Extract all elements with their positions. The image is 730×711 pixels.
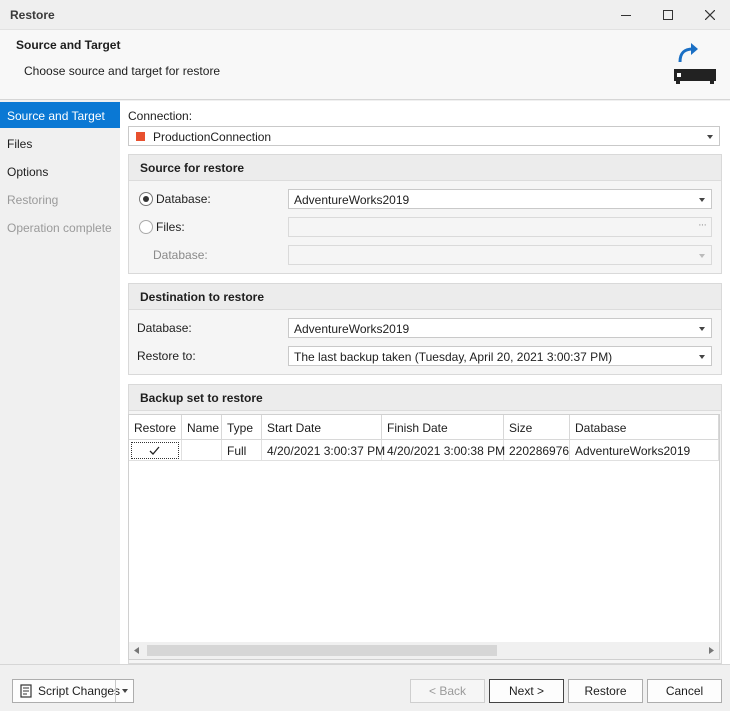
destination-database-label: Database: [137, 321, 192, 335]
column-header-name[interactable]: Name [182, 415, 222, 440]
chevron-down-icon [699, 198, 705, 202]
chevron-down-icon [699, 355, 705, 359]
files-radio[interactable] [139, 220, 153, 234]
window-title: Restore [10, 8, 55, 22]
sidebar-item-files[interactable]: Files [0, 130, 120, 156]
chevron-down-icon [707, 135, 713, 139]
files-radio-label[interactable]: Files: [156, 220, 185, 234]
table-cell-size: 220286976 [504, 440, 570, 461]
backup-set-grid: Restore Name Type Start Date Finish Date… [128, 414, 720, 660]
restore-checkbox[interactable] [131, 442, 179, 459]
title-bar: Restore [0, 0, 730, 30]
table-cell-start-date: 4/20/2021 3:00:37 PM [262, 440, 385, 461]
table-cell-database: AdventureWorks2019 [570, 440, 719, 461]
script-changes-button[interactable]: Script Changes [12, 679, 134, 703]
destination-heading: Destination to restore [129, 284, 721, 310]
database-radio-label[interactable]: Database: [156, 192, 211, 206]
restore-database-icon [674, 43, 716, 84]
chevron-down-icon[interactable] [122, 689, 128, 693]
table-cell-finish-date: 4/20/2021 3:00:38 PM [382, 440, 505, 461]
wizard-header: Source and Target Choose source and targ… [0, 30, 730, 100]
close-button[interactable] [690, 0, 730, 30]
source-database-value: AdventureWorks2019 [294, 193, 410, 207]
restore-to-value: The last backup taken (Tuesday, April 20… [294, 350, 613, 364]
source-heading: Source for restore [129, 155, 721, 181]
wizard-footer: Script Changes < Back Next > Restore Can… [0, 664, 730, 711]
restore-to-label: Restore to: [137, 349, 196, 363]
horizontal-scrollbar[interactable] [129, 642, 719, 659]
script-changes-label: Script Changes [38, 684, 121, 698]
table-cell-type: Full [222, 440, 262, 461]
column-header-restore[interactable]: Restore [129, 415, 182, 440]
sidebar-item-operation-complete: Operation complete [7, 221, 112, 235]
wizard-sidebar: Source and Target Files Options Restorin… [0, 101, 120, 664]
chevron-down-icon [699, 327, 705, 331]
sidebar-item-source-and-target[interactable]: Source and Target [0, 102, 120, 128]
column-header-start-date[interactable]: Start Date [262, 415, 382, 440]
column-header-size[interactable]: Size [504, 415, 570, 440]
files-path-field: ··· [288, 217, 712, 237]
maximize-button[interactable] [648, 0, 688, 30]
column-header-finish-date[interactable]: Finish Date [382, 415, 504, 440]
files-database-label: Database: [153, 248, 208, 262]
restore-to-select[interactable]: The last backup taken (Tuesday, April 20… [288, 346, 712, 366]
connection-select[interactable]: ProductionConnection [128, 126, 720, 146]
destination-database-select[interactable]: AdventureWorks2019 [288, 318, 712, 338]
page-subtitle: Choose source and target for restore [24, 64, 221, 78]
connection-color-icon [136, 132, 145, 141]
scrollbar-thumb[interactable] [147, 645, 497, 656]
table-cell-restore[interactable] [129, 440, 182, 461]
connection-value: ProductionConnection [153, 130, 272, 144]
sidebar-item-restoring: Restoring [7, 193, 59, 207]
maximize-icon [663, 10, 673, 20]
minimize-icon [621, 14, 631, 16]
chevron-down-icon [699, 254, 705, 258]
column-header-type[interactable]: Type [222, 415, 262, 440]
cancel-button[interactable]: Cancel [647, 679, 722, 703]
browse-ellipsis-icon: ··· [698, 219, 707, 231]
minimize-button[interactable] [606, 0, 646, 30]
script-icon [20, 684, 32, 698]
sidebar-item-options[interactable]: Options [0, 158, 120, 184]
column-header-database[interactable]: Database [570, 415, 719, 440]
next-button[interactable]: Next > [489, 679, 564, 703]
scroll-left-icon[interactable] [134, 647, 139, 654]
destination-database-value: AdventureWorks2019 [294, 322, 410, 336]
close-icon [705, 10, 715, 20]
check-icon [149, 446, 160, 455]
connection-label: Connection: [128, 109, 193, 123]
page-title: Source and Target [16, 38, 121, 52]
backup-set-heading: Backup set to restore [129, 385, 721, 411]
restore-button[interactable]: Restore [568, 679, 643, 703]
source-database-select[interactable]: AdventureWorks2019 [288, 189, 712, 209]
scroll-right-icon[interactable] [709, 647, 714, 654]
database-radio[interactable] [139, 192, 153, 206]
back-button[interactable]: < Back [410, 679, 485, 703]
table-cell-name [182, 440, 222, 461]
files-database-select [288, 245, 712, 265]
